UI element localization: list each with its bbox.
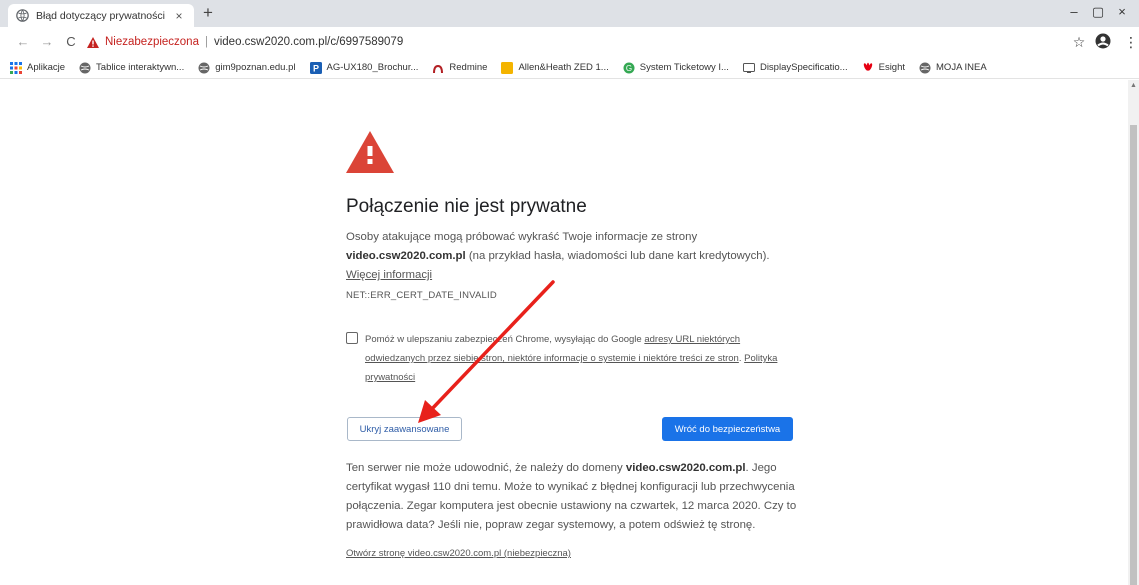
p-icon: P	[309, 61, 322, 74]
error-code: NET::ERR_CERT_DATE_INVALID	[346, 290, 497, 301]
bookmark-item[interactable]: P AG-UX180_Brochur...	[309, 61, 418, 74]
safe-browsing-opt-in: Pomóż w ulepszaniu zabezpieczeń Chrome, …	[346, 330, 801, 387]
details-paragraph: Ten serwer nie może udowodnić, że należy…	[346, 462, 797, 531]
svg-text:G: G	[626, 64, 632, 73]
security-status-label[interactable]: Niezabezpieczona	[105, 36, 199, 48]
bookmark-star-icon[interactable]: ☆	[1070, 33, 1088, 51]
menu-icon[interactable]: ⋮	[1122, 33, 1139, 51]
back-button[interactable]: ←	[14, 33, 32, 51]
scrollbar-thumb[interactable]	[1130, 125, 1137, 585]
bookmark-yellow-icon	[501, 61, 514, 74]
toolbar: ← → C Niezabezpieczona | video.csw2020.c…	[0, 27, 1139, 57]
safe-browsing-checkbox[interactable]	[346, 332, 358, 344]
globe-icon	[198, 62, 210, 73]
checkbox-label: Pomóż w ulepszaniu zabezpieczeń Chrome, …	[365, 334, 778, 383]
domain-name: video.csw2020.com.pl	[346, 250, 466, 262]
tab-active[interactable]: Błąd dotyczący prywatności ×	[8, 4, 194, 27]
bookmarks-bar: Aplikacje Tablice interaktywn... gim9poz…	[0, 57, 1139, 79]
apps-grid-icon	[10, 61, 22, 74]
back-to-safety-button[interactable]: Wróć do bezpieczeństwa	[662, 417, 793, 441]
bookmark-item[interactable]: MOJA INEA	[919, 62, 987, 74]
tab-close-icon[interactable]: ×	[172, 9, 186, 23]
maximize-button[interactable]: ▢	[1088, 3, 1108, 21]
globe-icon	[16, 9, 29, 22]
url-separator: |	[204, 36, 208, 48]
tab-strip: Błąd dotyczący prywatności × + – ▢ ×	[0, 0, 1139, 27]
tab-title: Błąd dotyczący prywatności	[36, 9, 165, 22]
huawei-icon	[863, 62, 872, 71]
globe-icon	[79, 62, 91, 73]
more-info-link[interactable]: Więcej informacji	[346, 269, 432, 281]
hide-advanced-button[interactable]: Ukryj zaawansowane	[347, 417, 462, 441]
proceed-unsafe-link[interactable]: Otwórz stronę video.csw2020.com.pl (nieb…	[346, 548, 571, 559]
display-icon	[742, 62, 755, 73]
minimize-button[interactable]: –	[1064, 3, 1084, 21]
bookmark-item[interactable]: Allen&Heath ZED 1...	[501, 61, 609, 74]
bookmark-item[interactable]: G System Ticketowy I...	[623, 62, 729, 74]
bookmark-item[interactable]: DisplaySpecificatio...	[742, 62, 848, 74]
warning-paragraph: Osoby atakujące mogą próbować wykraść Tw…	[346, 231, 770, 281]
close-window-button[interactable]: ×	[1112, 3, 1132, 21]
bookmark-item[interactable]: Tablice interaktywn...	[79, 62, 184, 74]
warning-triangle-icon	[87, 36, 99, 48]
reload-button[interactable]: C	[62, 33, 80, 51]
bookmark-item[interactable]: Redmine	[432, 62, 487, 74]
url-text[interactable]: video.csw2020.com.pl/c/6997589079	[214, 36, 403, 48]
svg-text:P: P	[313, 63, 319, 73]
globe-icon	[919, 62, 931, 73]
forward-button[interactable]: →	[38, 33, 56, 51]
new-tab-button[interactable]: +	[203, 3, 213, 23]
bookmark-item[interactable]: Aplikacje	[10, 61, 65, 74]
scroll-up-arrow-icon[interactable]: ▲	[1130, 82, 1137, 89]
warning-triangle-icon	[346, 131, 394, 173]
ticket-icon: G	[623, 62, 635, 73]
redmine-icon	[433, 64, 444, 73]
page-title: Połączenie nie jest prywatne	[346, 196, 587, 217]
bookmark-item[interactable]: gim9poznan.edu.pl	[198, 62, 296, 74]
address-bar[interactable]: Niezabezpieczona | video.csw2020.com.pl/…	[87, 31, 403, 53]
bookmark-item[interactable]: Esight	[862, 62, 905, 74]
scrollbar[interactable]: ▲	[1128, 80, 1139, 585]
profile-avatar-icon[interactable]	[1095, 33, 1111, 49]
details-domain-name: video.csw2020.com.pl	[625, 462, 746, 474]
